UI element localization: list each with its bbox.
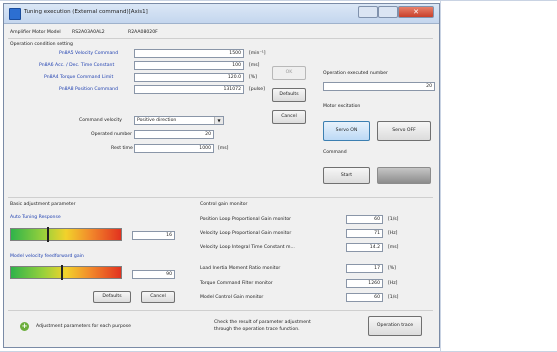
command-label: Command (323, 150, 347, 155)
monitor-label: Load Inertia Moment Ratio monitor (200, 266, 281, 271)
command-velocity-select[interactable]: Positive direction ▼ (134, 116, 224, 125)
start-button[interactable]: Start (323, 167, 370, 184)
auto-tuning-input[interactable]: 16 (132, 231, 175, 240)
servo-on-button[interactable]: Servo ON (323, 121, 370, 141)
torque-unit: [%] (249, 75, 257, 80)
acc-dec-label: Pn8A6 Acc. / Dec. Time Constant (39, 63, 115, 68)
monitor-label: Position Loop Proportional Gain monitor (200, 217, 292, 222)
window-title: Tuning execution (External command)[Axis… (24, 9, 148, 15)
operation-defaults-button[interactable]: Defaults (272, 88, 306, 102)
gauge-marker[interactable] (61, 265, 63, 280)
minimize-button[interactable] (358, 6, 378, 18)
command-velocity-label: Command velocity (79, 118, 123, 123)
position-unit: [pulse] (249, 87, 265, 92)
monitor-unit: [1/s] (388, 295, 399, 300)
operation-section-title: Operation condition setting (10, 42, 73, 47)
model-velocity-gauge[interactable] (10, 265, 122, 280)
stop-button[interactable] (377, 167, 431, 184)
executed-number-label: Operation executed number (323, 71, 388, 76)
model-velocity-input[interactable]: 90 (132, 270, 175, 279)
expand-plus-icon[interactable]: + (20, 322, 29, 331)
operation-cancel-button[interactable]: Cancel (272, 110, 306, 124)
ok-button[interactable]: OK (272, 66, 306, 80)
canvas-top-border (0, 0, 557, 1)
monitor-unit: [Hz] (388, 231, 398, 236)
rest-time-label: Rest time (111, 146, 133, 151)
monitor-label: Torque Command Filter monitor (200, 281, 273, 286)
amplifier-label: Amplifier Motor Model (10, 30, 61, 35)
auto-tuning-label: Auto Tuning Response (10, 215, 61, 220)
torque-limit-label: Pn8A4 Torque Command Limit (44, 75, 114, 80)
position-command-label: Pn8A8 Position Command (59, 87, 119, 92)
separator (8, 310, 433, 311)
acc-dec-input[interactable]: 100 (134, 61, 244, 70)
monitor-value: 17 (346, 264, 383, 273)
app-icon (9, 8, 21, 20)
operated-number-label: Operated number (91, 132, 132, 137)
title-bar: Tuning execution (External command)[Axis… (4, 4, 439, 24)
monitor-unit: [%] (388, 266, 396, 271)
separator (8, 197, 433, 198)
acc-dec-unit: [ms] (249, 63, 260, 68)
monitor-label: Model Control Gain monitor (200, 295, 264, 300)
velocity-unit: [min⁻¹] (249, 51, 266, 56)
canvas-divider (440, 0, 441, 352)
monitor-unit: [ms] (388, 245, 399, 250)
operated-number-input[interactable]: 20 (134, 130, 214, 139)
close-button[interactable]: ✕ (398, 6, 434, 18)
maximize-button[interactable] (378, 6, 398, 18)
torque-limit-input[interactable]: 120.0 (134, 73, 244, 82)
velocity-command-input[interactable]: 1500 (134, 49, 244, 58)
basic-defaults-button[interactable]: Defaults (93, 291, 131, 303)
separator (8, 38, 433, 39)
executed-number-display: 20 (323, 82, 435, 91)
monitor-label: Velocity Loop Proportional Gain monitor (200, 231, 292, 236)
velocity-command-label: Pn8A5 Velocity Command (59, 51, 119, 56)
monitor-unit: [1/s] (388, 217, 399, 222)
chevron-down-icon: ▼ (214, 117, 223, 124)
monitor-value: 60 (346, 215, 383, 224)
monitor-value: 60 (346, 293, 383, 302)
adjustment-parameters-label: Adjustment parameters for each purpose (36, 324, 131, 329)
monitor-value: 71 (346, 229, 383, 238)
basic-section-title: Basic adjustment parameter (10, 202, 76, 207)
motor-excitation-label: Motor excitation (323, 104, 361, 109)
monitor-value: 14.2 (346, 243, 383, 252)
auto-tuning-gauge[interactable] (10, 227, 122, 242)
close-icon: ✕ (413, 8, 419, 16)
check-text-line2: through the operation trace function. (214, 327, 300, 332)
operation-trace-button[interactable]: Operation trace (368, 316, 422, 336)
monitor-label: Velocity Loop Integral Time Constant m..… (200, 245, 295, 250)
servo-off-button[interactable]: Servo OFF (377, 121, 431, 141)
check-text-line1: Check the result of parameter adjustment (214, 320, 311, 325)
rest-time-unit: [ms] (218, 146, 229, 151)
amplifier-model: RS2A03A0AL2 (72, 30, 105, 35)
monitor-section-title: Control gain monitor (200, 202, 248, 207)
model-velocity-label: Model velocity feedforward gain (10, 254, 84, 259)
position-command-input[interactable]: 131072 (134, 85, 244, 94)
tuning-dialog: Tuning execution (External command)[Axis… (3, 3, 440, 348)
rest-time-input[interactable]: 1000 (134, 144, 214, 153)
motor-model: R2AA08020F (128, 30, 158, 35)
basic-cancel-button[interactable]: Cancel (141, 291, 175, 303)
monitor-value: 1260 (346, 279, 383, 288)
monitor-unit: [Hz] (388, 281, 398, 286)
gauge-marker[interactable] (47, 227, 49, 242)
